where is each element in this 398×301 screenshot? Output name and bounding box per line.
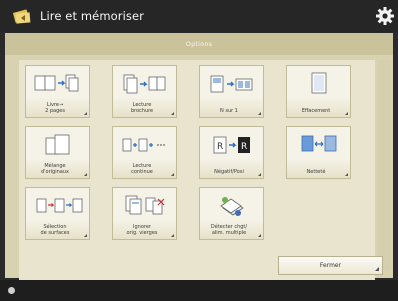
tile-label: Effacement [301,108,331,114]
corner-indicator [258,234,261,237]
corner-indicator [84,173,87,176]
booklet-scan-icon [123,74,165,94]
tile-sharpness[interactable]: Netteté [286,126,351,179]
tile-label: Netteté [306,169,326,175]
corner-indicator [258,173,261,176]
close-button-label: Fermer [319,262,342,269]
corner-indicator [345,173,348,176]
svg-text:R: R [217,142,223,152]
scan-and-store-icon [12,9,31,24]
corner-indicator [258,112,261,115]
corner-indicator [84,112,87,115]
book-to-two-pages-icon [34,74,78,92]
tile-label: Livre→ 2 pages [45,102,65,114]
corner-indicator [345,112,348,115]
scroll-track[interactable] [378,60,391,269]
tile-label: Lecture continue [131,163,153,175]
tile-job-build[interactable]: Lecture continue [112,126,177,179]
job-build-icon [122,138,165,152]
status-bar [0,280,398,301]
tile-book-to-two-pages[interactable]: Livre→ 2 pages [25,65,90,118]
tile-label: Détecter chgt/ alim. multiple [210,224,248,236]
status-light-icon [8,287,15,294]
window-title: Lire et mémoriser [40,9,144,23]
tile-label: N sur 1 [220,108,238,114]
tile-label: Mélange d'originaux [41,163,69,175]
corner-indicator [171,173,174,176]
surface-selection-icon [36,198,82,213]
sharpness-icon [301,135,336,152]
n-on-1-icon [210,75,252,93]
negative-positive-icon: R R [213,136,250,154]
tile-n-on-1[interactable]: N sur 1 [199,65,264,118]
tile-detect-multifeed[interactable]: Détecter chgt/ alim. multiple [199,187,264,240]
tile-label: Sélection de surfaces [40,224,70,236]
close-button[interactable]: Fermer [278,256,383,275]
tile-surface-selection[interactable]: Sélection de surfaces [25,187,90,240]
mixed-originals-icon [45,134,69,155]
skip-blank-originals-icon [125,195,164,215]
tile-booklet-scan[interactable]: Lecture brochure [112,65,177,118]
corner-indicator [171,234,174,237]
settings-gear-icon[interactable] [375,6,395,26]
tile-negative-positive[interactable]: R R Négatif/Posi [199,126,264,179]
options-grid: Livre→ 2 pages Lecture brochure N sur 1 … [19,60,375,280]
options-header: Options [5,33,393,55]
tile-erase-frame[interactable]: Effacement [286,65,351,118]
tile-label: Lecture brochure [130,102,154,114]
options-panel: Options Livre→ 2 pages Lecture brochure … [5,33,393,280]
corner-indicator [84,234,87,237]
tile-mixed-originals[interactable]: Mélange d'originaux [25,126,90,179]
svg-text:R: R [241,142,247,152]
tile-label: Négatif/Posi [214,169,244,175]
erase-frame-icon [311,72,326,94]
title-bar: Lire et mémoriser [0,0,398,32]
corner-indicator [375,267,379,271]
detect-multifeed-icon [219,197,244,216]
tile-label: Ignorer orig. vierges [126,224,158,236]
corner-indicator [171,112,174,115]
tile-skip-blank-originals[interactable]: Ignorer orig. vierges [112,187,177,240]
